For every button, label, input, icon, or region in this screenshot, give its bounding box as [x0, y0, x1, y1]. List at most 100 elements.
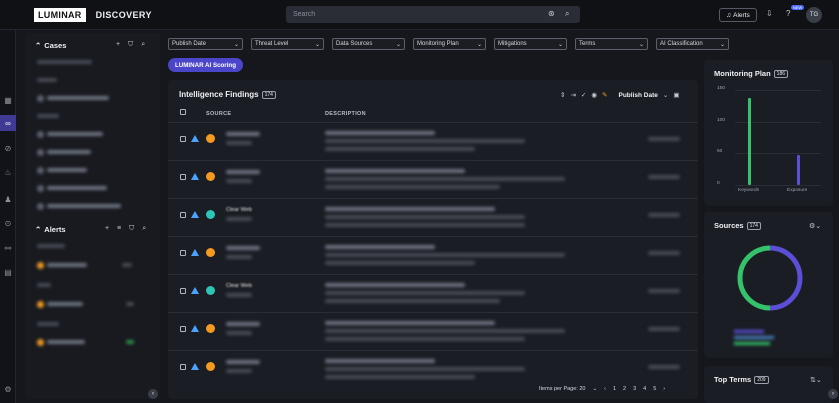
- storage-icon[interactable]: ▤: [0, 264, 16, 280]
- top-terms-card: Top Terms 209 ⇅⌄: [704, 366, 833, 403]
- alerts-button[interactable]: ♫ Alerts: [719, 8, 757, 22]
- col-source-header[interactable]: SOURCE: [206, 111, 231, 117]
- filter-publish-date[interactable]: Publish Date ⌄: [168, 38, 243, 50]
- list-item[interactable]: [37, 148, 91, 156]
- list-item[interactable]: [37, 166, 87, 174]
- row-checkbox[interactable]: [180, 364, 186, 370]
- chevron-up-icon[interactable]: ⌃: [35, 225, 41, 234]
- link-icon[interactable]: ⚯: [0, 240, 16, 256]
- chevron-up-icon[interactable]: ⌃: [35, 41, 41, 50]
- list-item[interactable]: [37, 113, 59, 119]
- row-checkbox[interactable]: [180, 212, 186, 218]
- filter-monitoring-plan[interactable]: Monitoring Plan ⌄: [413, 38, 486, 50]
- threat-level-icon: [191, 287, 199, 294]
- collapse-left-panel-button[interactable]: ‹: [148, 389, 158, 399]
- settings-icon[interactable]: ⚙⌄: [809, 222, 821, 230]
- row-checkbox[interactable]: [180, 288, 186, 294]
- alerts-header[interactable]: ⌃ Alerts: [35, 225, 66, 234]
- table-row[interactable]: Clear Web: [168, 198, 698, 236]
- eye-icon[interactable]: ◉: [591, 91, 597, 99]
- donut-segment[interactable]: [737, 245, 771, 311]
- chevron-down-icon[interactable]: ⌄: [592, 386, 597, 392]
- ai-scoring-button[interactable]: LUMINAR AI Scoring: [168, 58, 243, 72]
- sources-title-text: Sources: [714, 221, 744, 230]
- gridline: [735, 185, 821, 186]
- table-row[interactable]: [168, 350, 698, 388]
- filter-mitigations[interactable]: Mitigations ⌄: [494, 38, 567, 50]
- source-title[interactable]: Clear Web: [226, 283, 252, 289]
- page-3[interactable]: 3: [633, 386, 636, 392]
- alerts-tools[interactable]: + ≡ ⛉ ⌕: [105, 225, 149, 233]
- chart-bar[interactable]: [748, 98, 751, 185]
- discovery-icon[interactable]: ∞: [0, 115, 16, 131]
- table-row[interactable]: [168, 236, 698, 274]
- filter-ai-classification[interactable]: AI Classification ⌄: [656, 38, 729, 50]
- list-item[interactable]: [37, 202, 121, 210]
- row-checkbox[interactable]: [180, 174, 186, 180]
- global-search-input[interactable]: Search ⊛ ⌕: [286, 6, 580, 23]
- table-row[interactable]: [168, 312, 698, 350]
- list-item[interactable]: [37, 338, 134, 346]
- list-item[interactable]: [37, 184, 107, 192]
- info-icon[interactable]: ⊛: [548, 9, 555, 18]
- help-icon[interactable]: ?: [786, 9, 790, 18]
- dashboard-icon[interactable]: ▦: [0, 92, 16, 108]
- top-terms-title-text: Top Terms: [714, 375, 752, 384]
- col-description-header[interactable]: DESCRIPTION: [325, 111, 366, 117]
- sort-publish-date[interactable]: Publish Date: [618, 92, 657, 99]
- list-item[interactable]: [37, 130, 103, 138]
- next-page-icon[interactable]: ›: [663, 386, 665, 392]
- chevron-down-icon: ⌄: [395, 41, 401, 48]
- row-checkbox[interactable]: [180, 326, 186, 332]
- list-item[interactable]: [37, 77, 57, 83]
- cases-tools[interactable]: + ⛉ ⌕: [116, 41, 148, 49]
- users-icon[interactable]: ♟: [0, 191, 16, 207]
- cases-header[interactable]: ⌃ Cases: [35, 41, 66, 50]
- row-checkbox[interactable]: [180, 136, 186, 142]
- page-2[interactable]: 2: [623, 386, 626, 392]
- filter-data-sources[interactable]: Data Sources ⌄: [332, 38, 405, 50]
- export-icon[interactable]: ⇥: [570, 91, 575, 99]
- list-item[interactable]: [37, 94, 109, 102]
- page-4[interactable]: 4: [643, 386, 646, 392]
- donut-segment[interactable]: [769, 245, 803, 311]
- check-icon[interactable]: ✓: [581, 91, 586, 99]
- expand-icon[interactable]: ⇕: [560, 91, 565, 99]
- luminar-logo[interactable]: LUMINAR: [34, 7, 86, 22]
- list-item[interactable]: [37, 282, 51, 288]
- edit-icon[interactable]: ✎: [602, 91, 607, 99]
- filter-terms[interactable]: Terms ⌄: [575, 38, 648, 50]
- collapse-right-panel-button[interactable]: ›: [828, 389, 838, 399]
- filter-label: Terms: [579, 41, 596, 47]
- list-item[interactable]: [37, 321, 59, 327]
- table-row[interactable]: [168, 122, 698, 160]
- threat-icon[interactable]: ♨: [0, 164, 16, 180]
- chevron-down-icon: ⌄: [719, 41, 725, 48]
- list-item[interactable]: [37, 261, 132, 269]
- source-title[interactable]: Clear Web: [226, 207, 252, 213]
- findings-title-text: Intelligence Findings: [179, 90, 259, 99]
- page-1[interactable]: 1: [613, 386, 616, 392]
- compass-icon[interactable]: ⊘: [0, 140, 16, 156]
- row-checkbox[interactable]: [180, 250, 186, 256]
- download-icon[interactable]: ⇩: [766, 9, 773, 18]
- items-per-page-select[interactable]: Items per Page: 20: [539, 386, 585, 392]
- calendar-icon[interactable]: ▣: [673, 91, 679, 99]
- avatar[interactable]: TG: [806, 7, 822, 23]
- select-all-checkbox[interactable]: [180, 109, 186, 115]
- location-icon[interactable]: ⊙: [0, 215, 16, 231]
- page-5[interactable]: 5: [653, 386, 656, 392]
- search-icon[interactable]: ⌕: [565, 9, 569, 19]
- top-terms-title: Top Terms 209: [714, 375, 769, 384]
- sort-chevron-icon[interactable]: ⌄: [663, 91, 668, 99]
- prev-page-icon[interactable]: ‹: [604, 386, 606, 392]
- chart-bar[interactable]: [797, 154, 800, 185]
- sort-icon[interactable]: ⇅⌄: [810, 376, 822, 384]
- filter-threat-level[interactable]: Threat Level ⌄: [251, 38, 324, 50]
- settings-icon[interactable]: ⚙: [0, 381, 16, 397]
- list-item[interactable]: [37, 243, 65, 249]
- list-item[interactable]: [37, 300, 134, 308]
- list-item[interactable]: [37, 59, 92, 65]
- table-row[interactable]: [168, 160, 698, 198]
- table-row[interactable]: Clear Web: [168, 274, 698, 312]
